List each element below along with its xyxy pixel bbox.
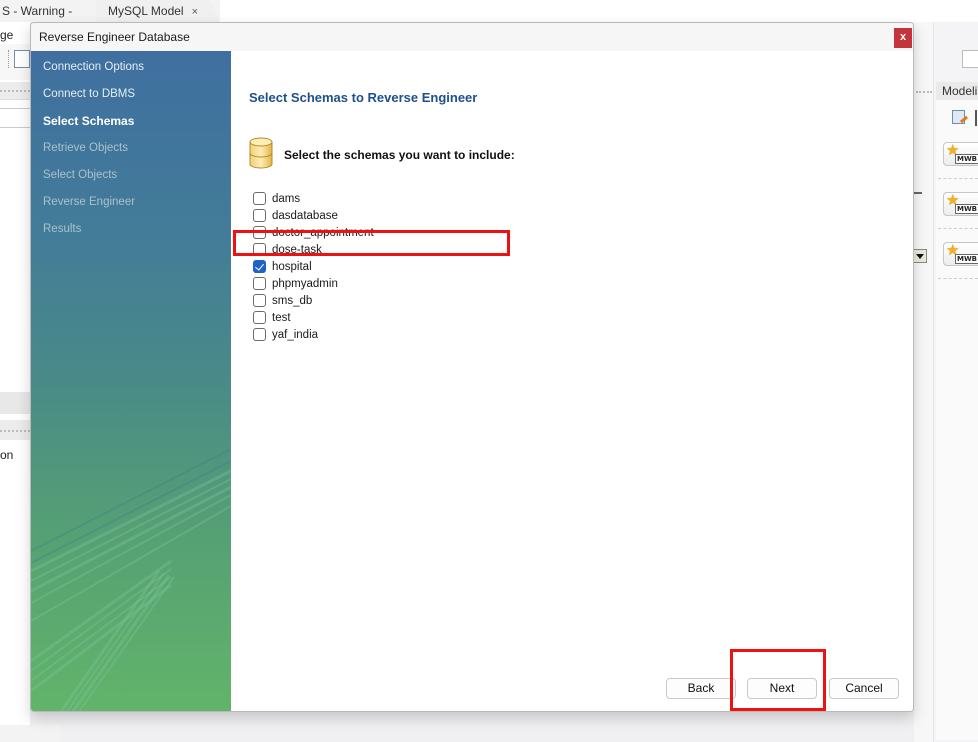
wizard-step-select-objects: Select Objects <box>43 169 118 181</box>
status-bar-fragment <box>0 725 60 742</box>
schema-name: dose-task <box>272 243 322 256</box>
background-panel-band <box>0 392 30 414</box>
dropdown-arrow-icon[interactable] <box>913 249 927 263</box>
schema-item-yaf-india[interactable]: yaf_india <box>253 326 374 343</box>
mwb-label: MWB <box>955 254 978 264</box>
tab-mysql-model[interactable]: MySQL Model × <box>96 0 220 22</box>
schema-item-dose-task[interactable]: dose-task <box>253 241 374 258</box>
mwb-model-button[interactable]: ★ MWB <box>943 192 978 216</box>
instruction-text: Select the schemas you want to include: <box>284 148 515 162</box>
wizard-step-retrieve-objects: Retrieve Objects <box>43 142 129 154</box>
tab-warning[interactable]: S - Warning - n..× <box>0 0 92 40</box>
schema-list: dams dasdatabase doctor_appointment dose… <box>253 190 374 343</box>
dialog-titlebar[interactable]: Reverse Engineer Database x <box>31 23 913 51</box>
schema-checkbox[interactable] <box>253 243 266 256</box>
divider <box>938 178 978 179</box>
divider <box>938 278 978 279</box>
schema-item-doctor-appointment[interactable]: doctor_appointment <box>253 224 374 241</box>
schema-item-dams[interactable]: dams <box>253 190 374 207</box>
mwb-model-button[interactable]: ★ MWB <box>943 142 978 166</box>
mwb-model-button[interactable]: ★ MWB <box>943 242 978 266</box>
schema-item-hospital[interactable]: hospital <box>253 258 374 275</box>
wizard-steps-sidebar: Connection Options Connect to DBMS Selec… <box>31 51 231 711</box>
next-button[interactable]: Next <box>747 678 817 699</box>
schema-checkbox[interactable] <box>253 277 266 290</box>
wizard-step-results: Results <box>43 223 82 235</box>
toolbar-separator <box>8 50 9 68</box>
schema-name: phpmyadmin <box>272 277 338 290</box>
background-search-input[interactable] <box>962 50 978 68</box>
schema-name: yaf_india <box>272 328 319 341</box>
background-left-panel <box>0 22 30 742</box>
database-icon <box>249 137 273 169</box>
panel-header-grip <box>0 82 30 100</box>
background-divider <box>914 192 922 194</box>
close-tab-icon[interactable]: × <box>192 6 198 18</box>
wizard-content: Select Schemas to Reverse Engineer Selec… <box>231 51 913 711</box>
reverse-engineer-dialog: Reverse Engineer Database x Connection O… <box>30 22 914 712</box>
dialog-title: Reverse Engineer Database <box>39 30 190 44</box>
schema-name: test <box>272 311 291 324</box>
wizard-step-reverse-engineer: Reverse Engineer <box>43 196 136 208</box>
schema-name: sms_db <box>272 294 313 307</box>
menu-item-fragment[interactable]: ge <box>0 28 13 42</box>
toolbar-separator <box>975 110 977 126</box>
tab-label: MySQL Model <box>108 4 184 18</box>
close-button[interactable]: x <box>894 28 912 48</box>
schema-checkbox[interactable] <box>253 311 266 324</box>
schema-item-test[interactable]: test <box>253 309 374 326</box>
schema-item-phpmyadmin[interactable]: phpmyadmin <box>253 275 374 292</box>
tab-bar-empty <box>220 0 978 22</box>
schema-name: hospital <box>272 260 312 273</box>
mwb-label: MWB <box>955 204 978 214</box>
divider <box>938 228 978 229</box>
schema-name: dasdatabase <box>272 209 338 222</box>
schema-checkbox-checked[interactable] <box>253 260 266 273</box>
document-tab-bar: S - Warning - n..× MySQL Model × <box>0 0 978 40</box>
schema-checkbox[interactable] <box>253 294 266 307</box>
mwb-label: MWB <box>955 154 978 164</box>
modeling-panel-title: Modelin <box>936 82 978 100</box>
wizard-step-select-schemas: Select Schemas <box>43 114 135 128</box>
background-input[interactable] <box>0 108 30 128</box>
schema-checkbox[interactable] <box>253 192 266 205</box>
schema-name: dams <box>272 192 301 205</box>
wizard-step-connect-to-dbms: Connect to DBMS <box>43 88 136 100</box>
schema-name: doctor_appointment <box>272 226 374 239</box>
schema-checkbox[interactable] <box>253 328 266 341</box>
new-document-icon[interactable] <box>14 50 30 68</box>
page-title: Select Schemas to Reverse Engineer <box>249 90 478 105</box>
schema-checkbox[interactable] <box>253 226 266 239</box>
panel-header-grip <box>914 82 934 100</box>
background-text-fragment: on <box>0 448 14 462</box>
cancel-button[interactable]: Cancel <box>829 678 899 699</box>
wizard-step-connection-options: Connection Options <box>43 61 145 73</box>
edit-table-icon[interactable] <box>952 110 969 126</box>
schema-checkbox[interactable] <box>253 209 266 222</box>
panel-header-grip <box>0 420 30 440</box>
schema-item-dasdatabase[interactable]: dasdatabase <box>253 207 374 224</box>
back-button[interactable]: Back <box>666 678 736 699</box>
schema-item-sms-db[interactable]: sms_db <box>253 292 374 309</box>
